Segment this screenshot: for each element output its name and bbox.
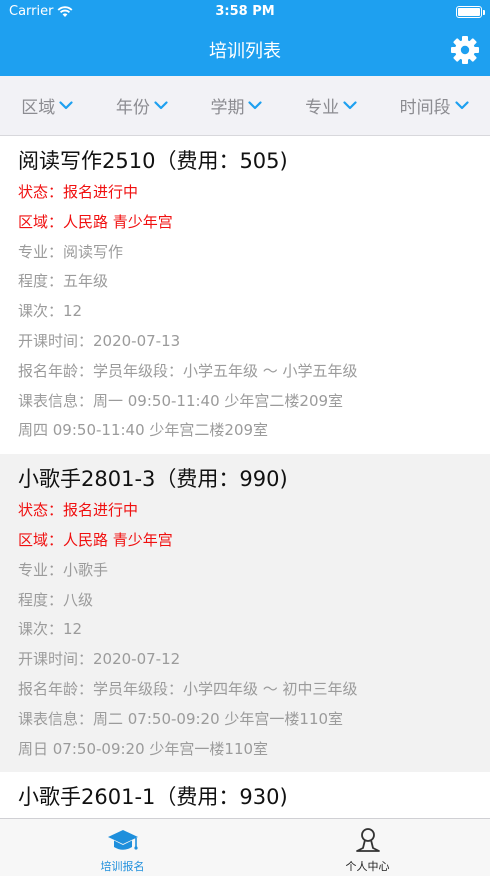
filter-area-label: 区域 [21, 98, 56, 118]
course-start-date: 开课时间：2020-07-13 [18, 331, 181, 350]
battery-icon [456, 6, 485, 18]
filter-year-label: 年份 [115, 98, 150, 118]
filter-major-label: 专业 [305, 98, 340, 118]
course-schedule-extra: 周日 07:50-09:20 少年宫一楼110室 [18, 739, 269, 758]
course-schedule: 课表信息：周一 09:50-11:40 少年宫二楼209室 [18, 391, 344, 410]
filter-time-slot-label: 时间段 [399, 98, 451, 118]
course-title: 阅读写作2510（费用：505) [18, 149, 288, 173]
course-area: 区域：人民路 青少年宫 [18, 530, 173, 549]
course-schedule-extra: 周四 09:50-11:40 少年宫二楼209室 [18, 421, 269, 440]
chevron-down-icon [248, 101, 263, 110]
chevron-down-icon [154, 101, 168, 110]
course-age-range: 报名年龄：学员年级段：小学四年级 ～ 初中三年级 [18, 679, 358, 698]
course-card[interactable]: 小歌手2601-1（费用：930) [0, 772, 490, 818]
course-lessons: 课次：12 [18, 302, 83, 321]
course-level: 程度：八级 [18, 590, 94, 609]
course-title: 小歌手2601-1（费用：930) [18, 785, 288, 810]
graduation-cap-icon [107, 830, 138, 850]
page-title: 培训列表 [209, 41, 281, 62]
course-status: 状态：报名进行中 [18, 183, 139, 201]
chevron-down-icon [59, 101, 73, 110]
course-level: 程度：五年级 [18, 272, 109, 291]
chevron-down-icon [455, 101, 469, 110]
course-title: 小歌手2801-3（费用：990) [18, 467, 288, 492]
filter-major[interactable]: 专业 [305, 93, 357, 118]
course-schedule: 课表信息：周二 07:50-09:20 少年宫一楼110室 [18, 709, 344, 728]
filter-area[interactable]: 区域 [21, 93, 73, 118]
tab-training-signup[interactable]: 培训报名 [0, 819, 245, 876]
course-card[interactable]: 小歌手2801-3（费用：990) 状态：报名进行中 区域：人民路 青少年宫 专… [0, 454, 490, 773]
course-lessons: 课次：12 [18, 620, 83, 639]
course-area: 区域：人民路 青少年宫 [18, 212, 173, 231]
course-status: 状态：报名进行中 [18, 501, 139, 520]
filter-term-label: 学期 [210, 98, 245, 118]
status-bar: Carrier 3:58 PM [0, 0, 490, 24]
tab-personal-center[interactable]: 个人中心 [245, 819, 490, 876]
course-start-date: 开课时间：2020-07-12 [18, 650, 181, 669]
status-time: 3:58 PM [215, 4, 275, 19]
filter-bar: 区域 年份 学期 专业 时间段 [0, 76, 490, 136]
filter-time-slot[interactable]: 时间段 [400, 93, 469, 118]
course-list: 阅读写作2510（费用：505) 状态：报名进行中 区域：人民路 青少年宫 专业… [0, 136, 490, 818]
course-age-range: 报名年龄：学员年级段：小学五年级 ～ 小学五年级 [18, 361, 358, 380]
navigation-bar: 培训列表 [0, 24, 490, 76]
course-card[interactable]: 阅读写作2510（费用：505) 状态：报名进行中 区域：人民路 青少年宫 专业… [0, 136, 490, 454]
course-major: 专业：小歌手 [18, 560, 109, 579]
person-icon [355, 828, 380, 852]
app: Carrier 3:58 PM 培训列表 区域 年份 学期 专业 时间段 阅读写… [0, 0, 490, 876]
filter-term[interactable]: 学期 [210, 93, 263, 118]
gear-icon[interactable] [450, 35, 480, 65]
tab-bar: 培训报名 个人中心 [0, 818, 490, 876]
filter-year[interactable]: 年份 [116, 93, 168, 118]
tab-training-signup-label: 培训报名 [100, 860, 145, 873]
course-major: 专业：阅读写作 [18, 242, 124, 261]
chevron-down-icon [343, 101, 357, 110]
tab-personal-center-label: 个人中心 [345, 860, 390, 873]
